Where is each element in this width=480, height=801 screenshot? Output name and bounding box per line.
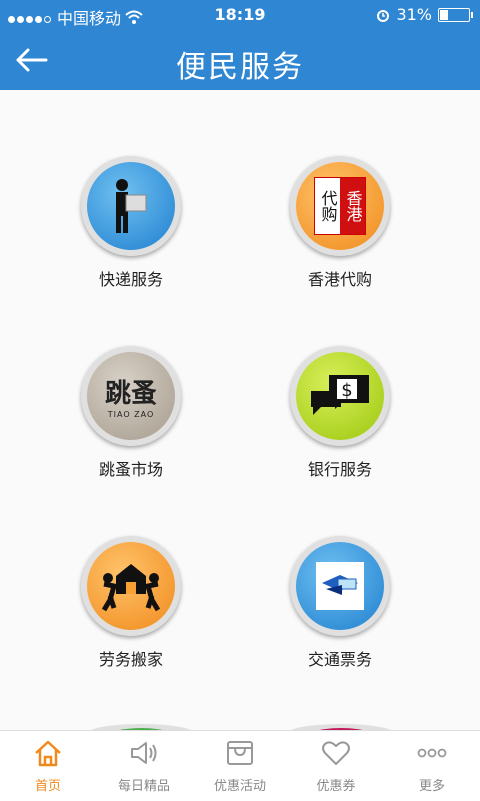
moving-icon [87,542,175,630]
bag-icon [227,741,253,765]
logo-text: 跳蚤 [104,379,157,409]
service-label: 跳蚤市场 [98,460,163,479]
service-label: 劳务搬家 [98,650,163,669]
badge-text: 香港 [340,178,365,234]
bank-icon: $ [296,352,384,440]
badge-text: 代购 [318,190,338,222]
service-hk-purchase[interactable]: 代购 香港 香港代购 [250,156,430,290]
home-icon [35,740,61,767]
service-label: 香港代购 [307,270,372,289]
status-bar: 中国移动 18:19 31% [0,0,480,30]
service-flea-market[interactable]: 跳蚤 TIAO ZAO 跳蚤市场 [41,346,221,480]
ticket-icon [296,542,384,630]
tab-home[interactable]: 首页 [0,739,96,794]
heart-icon [322,741,350,765]
service-label: 快递服务 [98,270,163,289]
service-bank[interactable]: $ 银行服务 [250,346,430,480]
courier-icon [87,162,175,250]
flea-market-icon: 跳蚤 TIAO ZAO [87,352,175,440]
tab-daily-picks[interactable]: 每日精品 [96,739,192,794]
service-grid: 快递服务 代购 香港 香港代购 跳蚤 TIAO ZAO 跳蚤市场 $ 银行服务 … [0,90,480,730]
logo-subtext: TIAO ZAO [107,410,155,419]
service-label: 银行服务 [307,460,372,479]
service-ticket[interactable]: 交通票务 [250,536,430,670]
dollar-symbol: $ [341,380,352,401]
alarm-icon [377,9,390,22]
tab-label: 优惠活动 [213,779,266,794]
more-icon [417,748,447,758]
tab-coupons[interactable]: 优惠券 [288,739,384,794]
speaker-icon [131,742,157,764]
header-bar: 便民服务 [0,30,480,90]
service-moving[interactable]: 劳务搬家 [41,536,221,670]
tab-label: 更多 [418,779,445,794]
tab-label: 优惠券 [316,779,356,794]
tab-label: 首页 [34,779,61,794]
hk-purchase-icon: 代购 香港 [296,162,384,250]
tab-promotions[interactable]: 优惠活动 [192,739,288,794]
tab-label: 每日精品 [117,779,170,794]
tab-bar: 首页 每日精品 优惠活动 优惠券 更多 [0,730,480,801]
battery-percent: 31% [396,5,432,24]
service-label: 交通票务 [307,650,372,669]
page-title: 便民服务 [176,50,304,85]
service-courier[interactable]: 快递服务 [41,156,221,290]
tab-more[interactable]: 更多 [384,739,480,794]
battery-icon [438,7,473,22]
